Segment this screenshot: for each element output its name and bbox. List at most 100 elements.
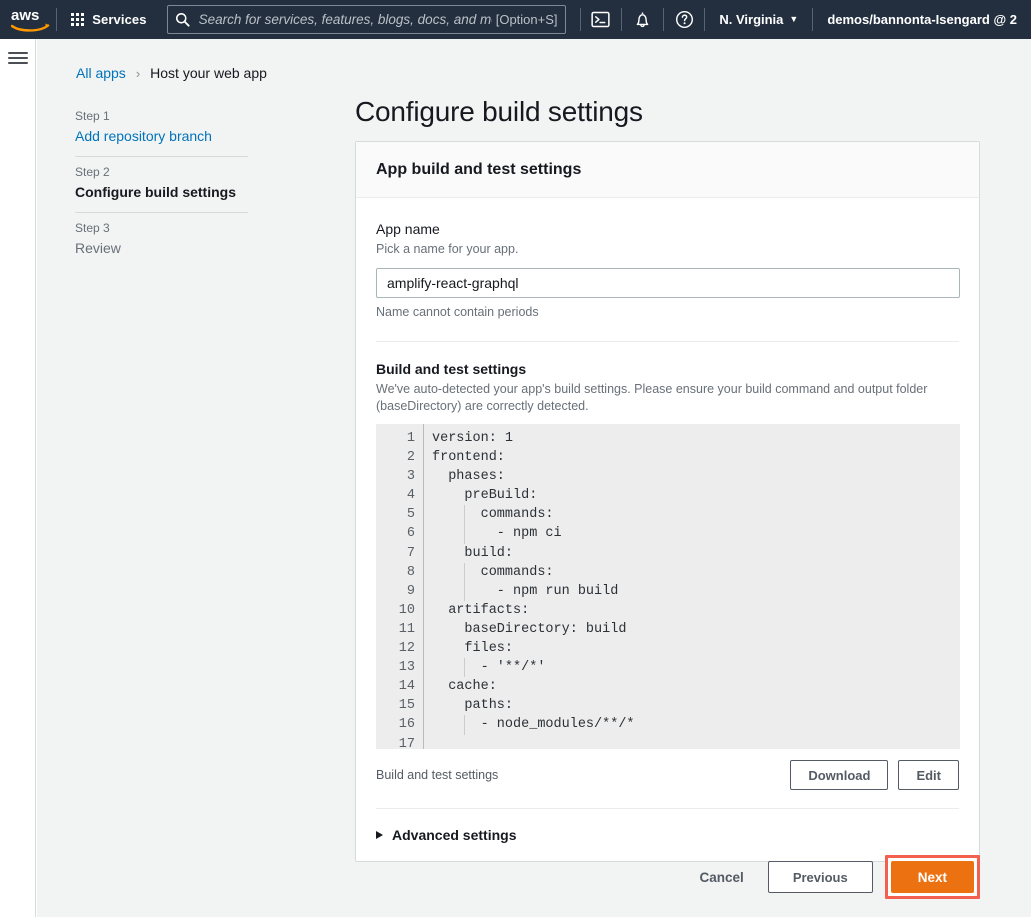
step-number: Step 2 bbox=[75, 163, 285, 182]
bell-icon bbox=[633, 10, 652, 30]
step-number: Step 3 bbox=[75, 219, 285, 238]
app-name-description: Pick a name for your app. bbox=[376, 240, 959, 258]
line-number: 8 bbox=[376, 563, 423, 582]
cancel-button[interactable]: Cancel bbox=[686, 862, 758, 892]
svg-text:aws: aws bbox=[11, 7, 39, 24]
sidebar-item-add-repository-branch[interactable]: Add repository branch bbox=[75, 126, 285, 146]
breadcrumb-separator-icon: › bbox=[136, 66, 140, 81]
editor-actions: Download Edit bbox=[790, 760, 959, 790]
question-circle-icon bbox=[675, 10, 694, 29]
page-content: All apps › Host your web app Step 1 Add … bbox=[37, 39, 1031, 917]
card-header-title: App build and test settings bbox=[376, 161, 581, 179]
services-label: Services bbox=[92, 12, 146, 27]
app-build-settings-card: App build and test settings App name Pic… bbox=[355, 141, 980, 862]
account-label: demos/bannonta-Isengard @ 2 bbox=[827, 12, 1017, 27]
previous-button[interactable]: Previous bbox=[768, 861, 873, 893]
sidebar-item-review: Review bbox=[75, 238, 285, 258]
cloudshell-terminal-icon bbox=[591, 10, 610, 29]
next-button[interactable]: Next bbox=[891, 861, 974, 893]
advanced-settings-toggle[interactable]: Advanced settings bbox=[356, 809, 979, 861]
line-number: 1 bbox=[376, 429, 423, 448]
line-number: 9 bbox=[376, 582, 423, 601]
code-line: preBuild: bbox=[432, 486, 960, 505]
line-number: 5 bbox=[376, 505, 423, 524]
code-line: files: bbox=[432, 639, 960, 658]
code-line: version: 1 bbox=[432, 429, 960, 448]
editor-footer-label: Build and test settings bbox=[376, 768, 498, 782]
sidebar-item-configure-build-settings: Configure build settings bbox=[75, 182, 285, 202]
line-number-gutter: 1234567891011121314151617 bbox=[376, 424, 424, 749]
build-settings-title: Build and test settings bbox=[376, 360, 959, 379]
region-label: N. Virginia bbox=[719, 12, 783, 27]
code-line: commands: bbox=[432, 505, 960, 524]
card-header: App build and test settings bbox=[356, 142, 979, 198]
app-name-constraint: Name cannot contain periods bbox=[376, 305, 959, 319]
code-line: - npm ci bbox=[432, 524, 960, 543]
next-button-highlight: Next bbox=[885, 855, 980, 899]
chevron-down-icon: ▼ bbox=[789, 15, 798, 24]
line-number: 2 bbox=[376, 448, 423, 467]
code-line: - node_modules/**/* bbox=[432, 715, 960, 734]
wizard-step-3: Step 3 Review bbox=[75, 213, 285, 268]
wizard-step-2: Step 2 Configure build settings bbox=[75, 157, 285, 212]
app-name-input[interactable] bbox=[376, 268, 960, 298]
code-line: artifacts: bbox=[432, 601, 960, 620]
buildspec-code-editor[interactable]: 1234567891011121314151617 version: 1fron… bbox=[376, 424, 960, 749]
breadcrumb: All apps › Host your web app bbox=[76, 65, 267, 81]
line-number: 6 bbox=[376, 524, 423, 543]
download-button[interactable]: Download bbox=[790, 760, 888, 790]
build-settings-description: We've auto-detected your app's build set… bbox=[376, 381, 931, 415]
code-line: paths: bbox=[432, 696, 960, 715]
hamburger-menu-icon[interactable] bbox=[8, 50, 28, 66]
wizard-steps: Step 1 Add repository branch Step 2 Conf… bbox=[75, 101, 285, 268]
global-search-box[interactable]: [Option+S] bbox=[167, 5, 566, 34]
advanced-settings-label: Advanced settings bbox=[392, 827, 516, 843]
code-line: - npm run build bbox=[432, 582, 960, 601]
line-number: 10 bbox=[376, 601, 423, 620]
line-number: 3 bbox=[376, 467, 423, 486]
search-shortcut-hint: [Option+S] bbox=[492, 12, 558, 27]
code-line: phases: bbox=[432, 467, 960, 486]
code-content[interactable]: version: 1frontend: phases: preBuild: co… bbox=[424, 424, 960, 749]
editor-footer: Build and test settings Download Edit bbox=[376, 760, 959, 790]
cloudshell-button[interactable] bbox=[581, 0, 622, 39]
section-divider bbox=[376, 341, 959, 342]
edit-button[interactable]: Edit bbox=[898, 760, 959, 790]
grid-icon bbox=[71, 13, 84, 26]
top-navigation-bar: aws Services [Option+S] bbox=[0, 0, 1031, 39]
wizard-step-1: Step 1 Add repository branch bbox=[75, 101, 285, 156]
code-line: frontend: bbox=[432, 448, 960, 467]
line-number: 15 bbox=[376, 696, 423, 715]
account-menu-button[interactable]: demos/bannonta-Isengard @ 2 bbox=[813, 0, 1031, 39]
line-number: 7 bbox=[376, 544, 423, 563]
services-menu-button[interactable]: Services bbox=[57, 0, 160, 39]
line-number: 14 bbox=[376, 677, 423, 696]
line-number: 17 bbox=[376, 735, 423, 750]
line-number: 16 bbox=[376, 715, 423, 734]
line-number: 13 bbox=[376, 658, 423, 677]
step-number: Step 1 bbox=[75, 107, 285, 126]
code-line: commands: bbox=[432, 563, 960, 582]
line-number: 4 bbox=[376, 486, 423, 505]
code-line: build: bbox=[432, 544, 960, 563]
wizard-actions: Cancel Previous Next bbox=[355, 857, 980, 897]
breadcrumb-current: Host your web app bbox=[150, 65, 267, 81]
search-input[interactable] bbox=[190, 12, 492, 27]
help-button[interactable] bbox=[664, 0, 705, 39]
line-number: 11 bbox=[376, 620, 423, 639]
search-icon bbox=[175, 12, 190, 27]
page-title: Configure build settings bbox=[355, 96, 643, 128]
notifications-button[interactable] bbox=[622, 0, 663, 39]
code-line: baseDirectory: build bbox=[432, 620, 960, 639]
triangle-right-icon bbox=[376, 831, 383, 839]
code-line: cache: bbox=[432, 677, 960, 696]
left-rail bbox=[0, 39, 36, 917]
code-line: - '**/*' bbox=[432, 658, 960, 677]
breadcrumb-all-apps[interactable]: All apps bbox=[76, 65, 126, 81]
code-line bbox=[432, 735, 960, 750]
line-number: 12 bbox=[376, 639, 423, 658]
aws-logo[interactable]: aws bbox=[0, 7, 56, 33]
card-body: App name Pick a name for your app. Name … bbox=[356, 198, 979, 809]
app-name-label: App name bbox=[376, 220, 959, 239]
region-selector[interactable]: N. Virginia ▼ bbox=[705, 0, 812, 39]
